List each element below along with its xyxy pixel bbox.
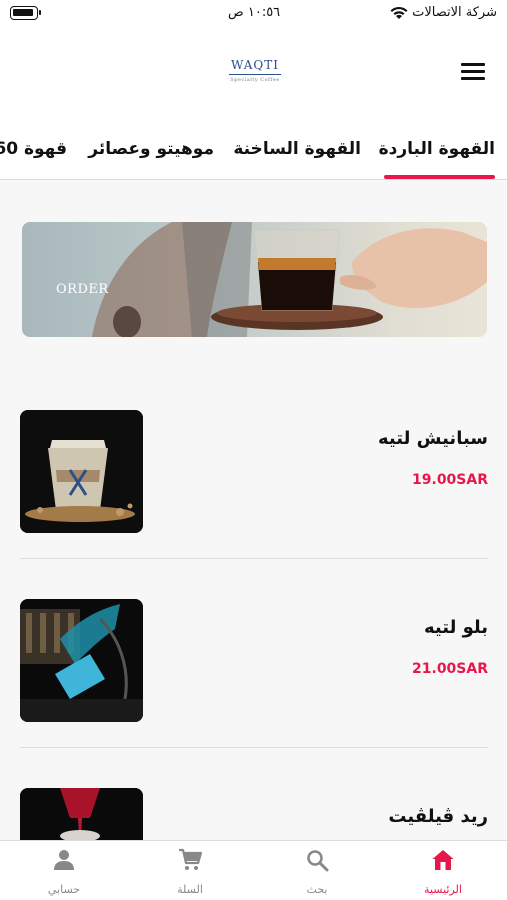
app-header: WAQTI Specialty Coffee [0,30,507,125]
banner-image [92,222,487,337]
product-name: سبانيش لتيه [378,428,488,449]
product-image [20,599,143,722]
account-icon [54,850,74,870]
tab-hot-coffee[interactable]: القهوة الساخنة [233,139,361,159]
divider [20,747,488,748]
product-item[interactable]: سبانيش لتيه 19.00SAR [20,410,488,534]
status-bar: ١٠:٥٦ ص شركة الاتصالات [0,0,507,30]
product-name: بلو لتيه [423,617,488,638]
product-item[interactable]: بلو لتيه 21.00SAR [20,599,488,723]
status-time: ١٠:٥٦ ص [228,5,281,20]
nav-account-label: حسابي [47,883,81,896]
cart-icon [179,848,202,870]
category-tabs: القهوة الباردة القهوة الساخنة موهيتو وعص… [0,125,507,180]
tab-coffee-60[interactable]: قهوة 60 [0,139,67,159]
nav-cart[interactable]: السلة [127,841,253,900]
search-icon [307,850,329,872]
product-price: 21.00SAR [412,661,488,677]
logo[interactable]: WAQTI Specialty Coffee [215,58,295,83]
product-image [20,410,143,533]
bottom-navigation: الرئيسية بحث السلة حسابي [0,840,507,900]
product-name: ريد ڤيلڤيت [388,806,488,827]
promo-banner[interactable]: ORDER [22,222,487,337]
wifi-icon [390,6,408,19]
divider [20,558,488,559]
carrier-name: شركة الاتصالات [412,5,497,20]
nav-cart-label: السلة [177,883,203,896]
nav-search-label: بحث [306,883,328,896]
product-price: 19.00SAR [412,472,488,488]
logo-subtitle: Specialty Coffee [230,77,280,83]
nav-home-label: الرئيسية [424,883,462,896]
nav-home[interactable]: الرئيسية [380,841,506,900]
battery-icon [10,6,41,20]
nav-account[interactable]: حسابي [1,841,127,900]
active-tab-indicator [384,175,495,179]
home-icon [432,850,454,870]
hamburger-menu-icon[interactable] [461,63,485,81]
nav-search[interactable]: بحث [254,841,380,900]
tab-mojito-juices[interactable]: موهيتو وعصائر [88,139,214,159]
logo-brand: WAQTI [231,58,279,72]
tab-cold-coffee[interactable]: القهوة الباردة [379,139,495,159]
banner-text: ORDER [56,282,109,297]
